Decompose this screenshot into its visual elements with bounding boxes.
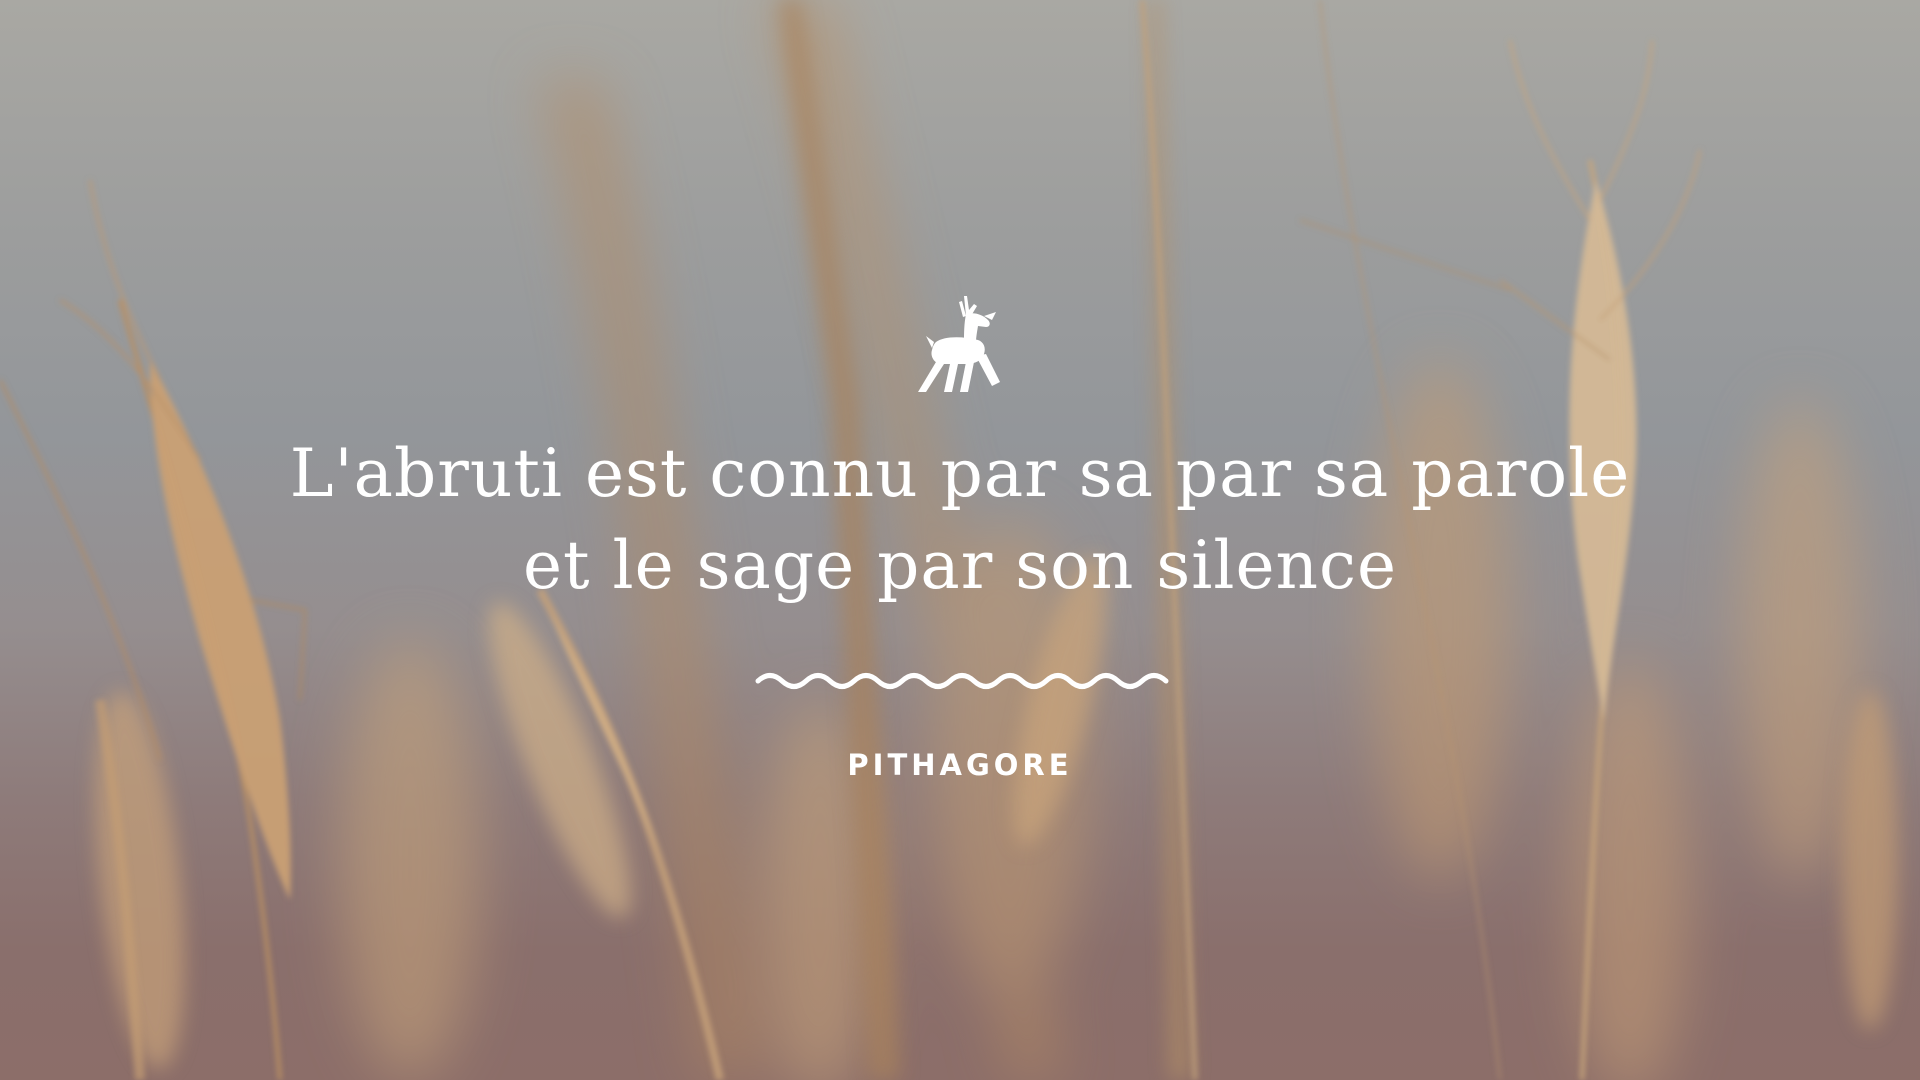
deer-icon [918,296,1000,392]
quote-author: PITHAGORE [847,748,1073,782]
wave-divider [755,673,1169,689]
quote-text: L'abruti est connu par sa par sa parole … [289,435,1631,604]
quote-content: L'abruti est connu par sa par sa parole … [0,0,1920,1080]
quote-card: L'abruti est connu par sa par sa parole … [0,0,1920,1080]
